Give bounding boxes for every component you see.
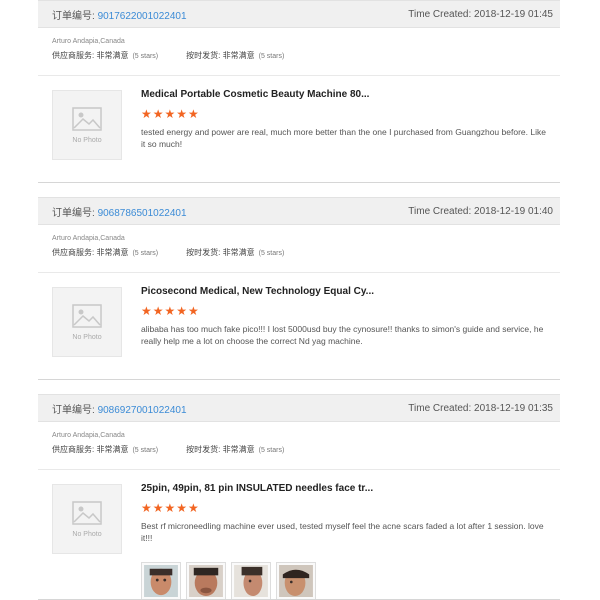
supplier-rating-label: 供应商服务: (52, 445, 95, 454)
shipping-rating-value: 非常满意 (222, 51, 255, 60)
review-photo-thumbnail[interactable] (186, 562, 226, 600)
review-photo-thumbnail[interactable] (231, 562, 271, 600)
review-content: Medical Portable Cosmetic Beauty Machine… (141, 88, 551, 150)
product-image-placeholder[interactable]: No Photo (52, 484, 122, 554)
review-text: alibaba has too much fake pico!!! I lost… (141, 324, 544, 346)
order-header: 订单编号: 9068786501022401 Time Created: 201… (38, 197, 560, 225)
service-ratings: 供应商服务: 非常满意 (5 stars) 按时发货: 非常满意 (5 stars) (52, 247, 546, 259)
buyer-location: Arturo Andapia,Canada (52, 432, 125, 439)
face-photo-image (189, 565, 223, 597)
review-photo-thumbnail[interactable] (276, 562, 316, 600)
order-header: 订单编号: 9086927001022401 Time Created: 201… (38, 394, 560, 422)
supplier-rating-stars: (5 stars) (132, 250, 159, 257)
order-number-group: 订单编号: 9068786501022401 (52, 204, 187, 219)
product-image-placeholder[interactable]: No Photo (52, 287, 122, 357)
supplier-rating-value: 非常满意 (96, 445, 129, 454)
order-number-link[interactable]: 9086927001022401 (98, 405, 187, 416)
image-placeholder-icon (72, 500, 102, 525)
shipping-rating-value: 非常满意 (222, 445, 255, 454)
order-meta: Arturo Andapia,Canada 供应商服务: 非常满意 (5 star… (38, 37, 560, 62)
buyer-location: Arturo Andapia,Canada (52, 38, 125, 45)
review-content: Picosecond Medical, New Technology Equal… (141, 285, 551, 347)
order-meta: Arturo Andapia,Canada 供应商服务: 非常满意 (5 star… (38, 431, 560, 456)
face-photo-image (144, 565, 178, 597)
supplier-rating-label: 供应商服务: (52, 51, 95, 60)
supplier-rating-stars: (5 stars) (132, 447, 159, 454)
supplier-rating-stars: (5 stars) (132, 53, 159, 60)
shipping-rating: 按时发货: 非常满意 (5 stars) (186, 247, 284, 259)
shipping-rating-stars: (5 stars) (258, 250, 285, 257)
divider (38, 75, 560, 76)
divider (38, 272, 560, 273)
supplier-rating: 供应商服务: 非常满意 (5 stars) (52, 444, 158, 456)
product-image-placeholder[interactable]: No Photo (52, 90, 122, 160)
shipping-rating-label: 按时发货: (186, 51, 221, 60)
order-number-label: 订单编号: (52, 404, 95, 416)
no-photo-label: No Photo (72, 530, 102, 538)
star-rating: ★★★★★ (141, 107, 200, 121)
product-title-link[interactable]: 25pin, 49pin, 81 pin INSULATED needles f… (141, 482, 551, 496)
supplier-rating: 供应商服务: 非常满意 (5 stars) (52, 247, 158, 259)
supplier-rating-label: 供应商服务: (52, 248, 95, 257)
order-card-2: 订单编号: 9068786501022401 Time Created: 201… (38, 197, 560, 259)
shipping-rating-stars: (5 stars) (258, 53, 285, 60)
order-card-1: 订单编号: 9017622001022401 Time Created: 201… (38, 0, 560, 62)
product-title-link[interactable]: Picosecond Medical, New Technology Equal… (141, 285, 551, 299)
supplier-rating-value: 非常满意 (96, 51, 129, 60)
review-photos (141, 562, 321, 600)
time-created: Time Created: 2018-12-19 01:40 (408, 205, 553, 217)
review-content: 25pin, 49pin, 81 pin INSULATED needles f… (141, 482, 551, 544)
card-bottom-border (38, 182, 560, 183)
service-ratings: 供应商服务: 非常满意 (5 stars) 按时发货: 非常满意 (5 stars) (52, 444, 546, 456)
order-meta: Arturo Andapia,Canada 供应商服务: 非常满意 (5 star… (38, 234, 560, 259)
shipping-rating: 按时发货: 非常满意 (5 stars) (186, 50, 284, 62)
star-rating: ★★★★★ (141, 304, 200, 318)
time-created: Time Created: 2018-12-19 01:35 (408, 402, 553, 414)
shipping-rating-value: 非常满意 (222, 248, 255, 257)
shipping-rating-label: 按时发货: (186, 248, 221, 257)
review-text: Best rf microneedling machine ever used,… (141, 521, 544, 543)
face-photo-image (279, 565, 313, 597)
supplier-rating-value: 非常满意 (96, 248, 129, 257)
order-number-label: 订单编号: (52, 207, 95, 219)
order-number-group: 订单编号: 9017622001022401 (52, 7, 187, 22)
order-number-link[interactable]: 9068786501022401 (98, 208, 187, 219)
order-number-label: 订单编号: (52, 10, 95, 22)
order-number-group: 订单编号: 9086927001022401 (52, 401, 187, 416)
star-rating: ★★★★★ (141, 501, 200, 515)
image-placeholder-icon (72, 303, 102, 328)
review-text: tested energy and power are real, much m… (141, 127, 546, 149)
buyer-location: Arturo Andapia,Canada (52, 235, 125, 242)
product-title-link[interactable]: Medical Portable Cosmetic Beauty Machine… (141, 88, 551, 102)
shipping-rating-stars: (5 stars) (258, 447, 285, 454)
shipping-rating: 按时发货: 非常满意 (5 stars) (186, 444, 284, 456)
time-created: Time Created: 2018-12-19 01:45 (408, 8, 553, 20)
no-photo-label: No Photo (72, 136, 102, 144)
card-bottom-border (38, 379, 560, 380)
shipping-rating-label: 按时发货: (186, 445, 221, 454)
divider (38, 469, 560, 470)
order-number-link[interactable]: 9017622001022401 (98, 11, 187, 22)
order-header: 订单编号: 9017622001022401 Time Created: 201… (38, 0, 560, 28)
order-card-3: 订单编号: 9086927001022401 Time Created: 201… (38, 394, 560, 456)
service-ratings: 供应商服务: 非常满意 (5 stars) 按时发货: 非常满意 (5 stars) (52, 50, 546, 62)
review-photo-thumbnail[interactable] (141, 562, 181, 600)
no-photo-label: No Photo (72, 333, 102, 341)
supplier-rating: 供应商服务: 非常满意 (5 stars) (52, 50, 158, 62)
image-placeholder-icon (72, 106, 102, 131)
face-photo-image (234, 565, 268, 597)
